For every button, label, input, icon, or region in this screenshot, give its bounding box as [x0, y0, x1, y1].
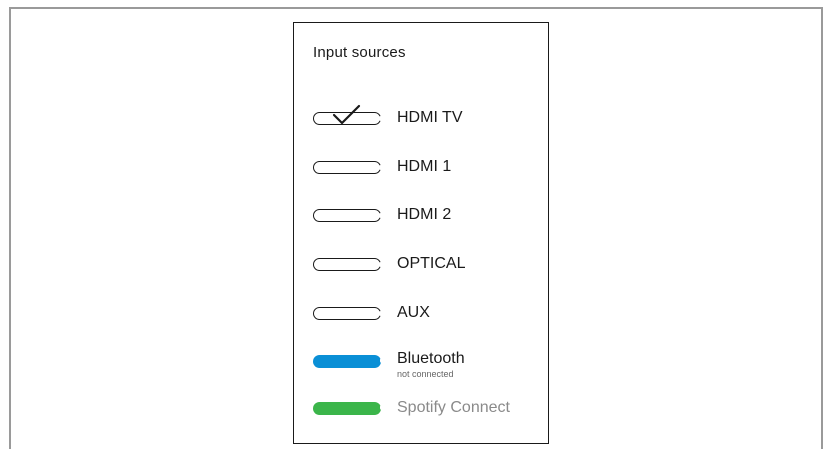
source-hdmi-1[interactable]: HDMI 1 [313, 157, 543, 179]
source-label: AUX [397, 304, 430, 321]
check-icon [332, 104, 361, 125]
source-toggle[interactable] [313, 209, 383, 222]
source-spotify-connect[interactable]: Spotify Connect [313, 398, 543, 420]
input-sources-panel: Input sources HDMI TV HDMI 1 HDMI 2 OPTI… [293, 22, 549, 444]
source-bluetooth[interactable]: Bluetooth not connected [313, 350, 543, 383]
source-label: HDMI TV [397, 109, 463, 126]
source-hdmi-tv[interactable]: HDMI TV [313, 104, 543, 130]
source-label: Bluetooth [397, 350, 465, 367]
bluetooth-toggle[interactable] [313, 355, 384, 368]
source-label: OPTICAL [397, 255, 466, 272]
source-label: HDMI 2 [397, 206, 452, 223]
panel-title: Input sources [313, 44, 406, 61]
source-toggle[interactable] [313, 307, 383, 320]
source-hdmi-2[interactable]: HDMI 2 [313, 205, 543, 227]
source-label: Spotify Connect [397, 399, 510, 416]
source-toggle[interactable] [313, 161, 383, 174]
source-toggle[interactable] [313, 258, 383, 271]
source-aux[interactable]: AUX [313, 303, 543, 325]
connection-status: not connected [397, 369, 454, 379]
source-label: HDMI 1 [397, 158, 452, 175]
source-optical[interactable]: OPTICAL [313, 254, 543, 276]
spotify-toggle[interactable] [313, 402, 384, 415]
